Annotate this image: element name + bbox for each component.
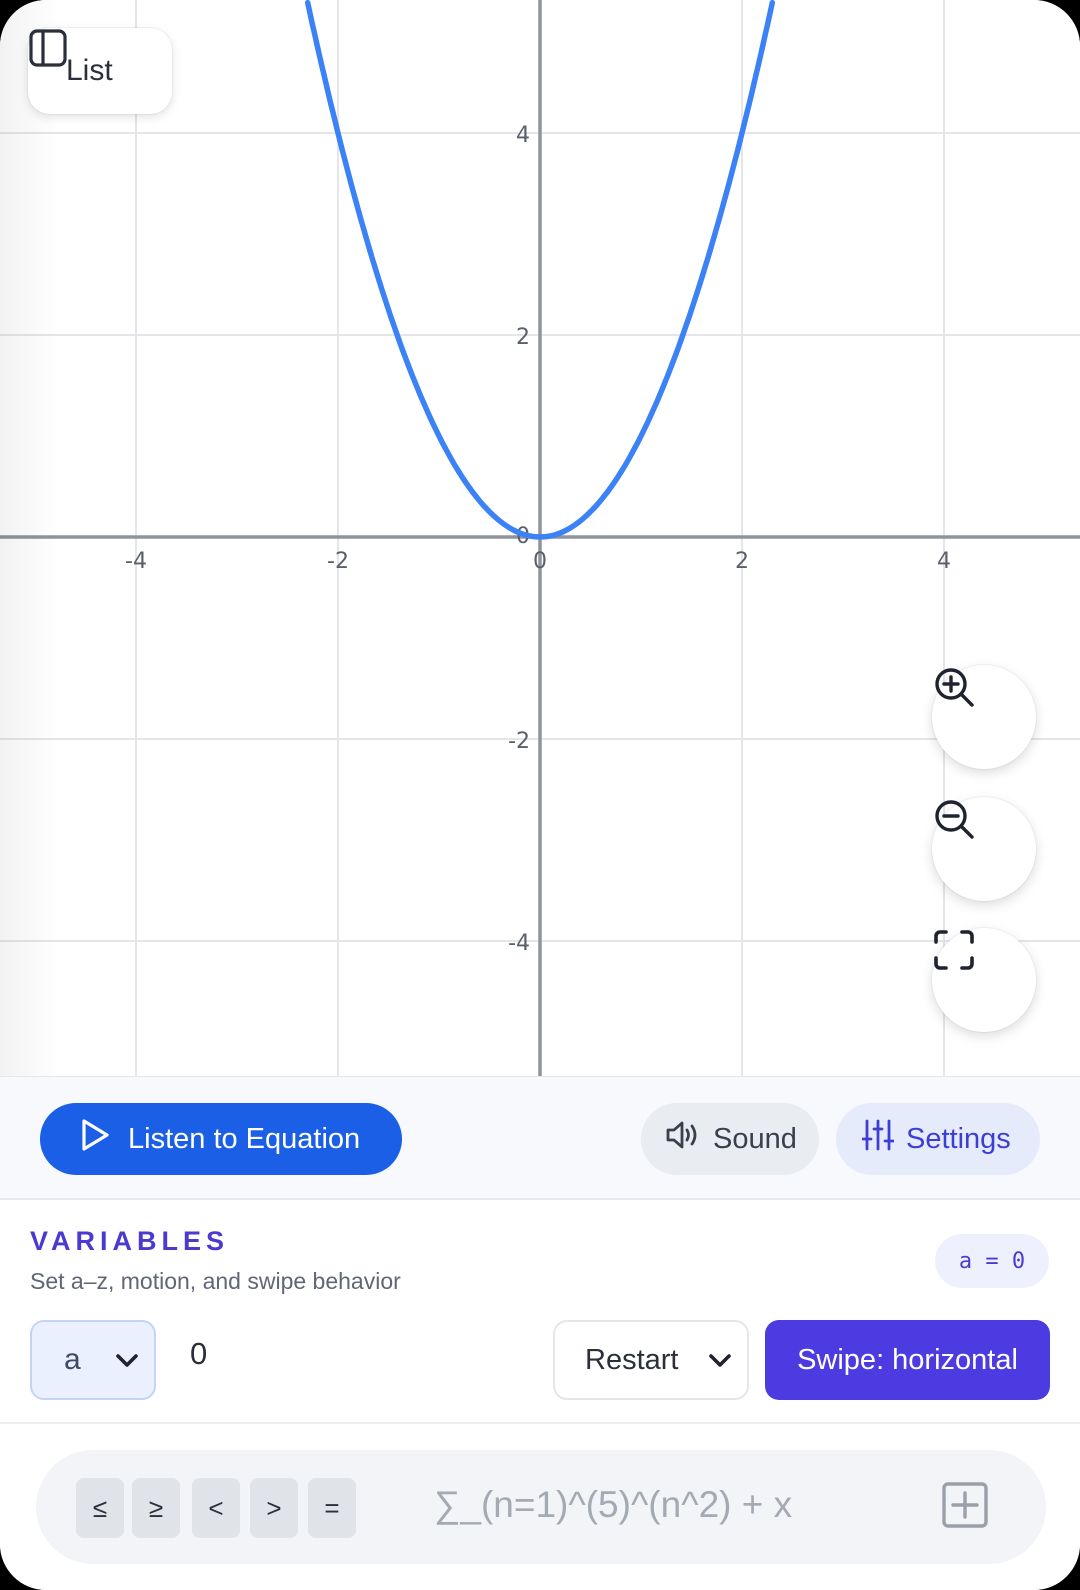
variable-select[interactable]: a — [30, 1320, 156, 1400]
play-icon — [80, 1118, 110, 1160]
zoom-in-button[interactable] — [932, 665, 1036, 769]
y-tick-label: -2 — [508, 729, 530, 754]
list-button-label: List — [66, 54, 113, 87]
x-tick-label: -2 — [327, 549, 349, 574]
y-tick-label: 2 — [516, 325, 530, 350]
y-tick-label: 4 — [516, 123, 530, 148]
chevron-down-icon — [115, 1343, 139, 1377]
operator-key-gt[interactable]: > — [250, 1478, 298, 1538]
listen-label: Listen to Equation — [128, 1122, 361, 1155]
variable-value-input[interactable]: 0 — [190, 1336, 207, 1372]
app-frame: -4 -2 0 2 4 4 2 -2 -4 0 List Listen to E… — [0, 0, 1080, 1590]
x-tick-label: -4 — [125, 549, 147, 574]
variables-title: VARIABLES — [30, 1226, 230, 1256]
settings-label: Settings — [906, 1122, 1011, 1155]
chevron-down-icon — [708, 1344, 732, 1377]
sound-button[interactable]: Sound — [641, 1103, 819, 1175]
list-button[interactable]: List — [28, 28, 172, 114]
equation-bar: ≤ ≥ < > = ∑_(n=1)^(5)^(n^2) + x — [36, 1450, 1046, 1564]
add-equation-button[interactable] — [940, 1481, 990, 1534]
operator-key-lt[interactable]: < — [192, 1478, 240, 1538]
zoom-out-button[interactable] — [932, 797, 1036, 901]
motion-mode-select[interactable]: Restart — [553, 1320, 749, 1400]
motion-mode-value: Restart — [585, 1343, 679, 1376]
settings-button[interactable]: Settings — [836, 1103, 1040, 1175]
x-tick-label: 2 — [735, 549, 749, 574]
audio-toolbar: Listen to Equation Sound Settings — [0, 1076, 1080, 1200]
sound-label: Sound — [713, 1122, 797, 1155]
x-tick-label: 0 — [533, 549, 547, 574]
operator-key-ge[interactable]: ≥ — [132, 1478, 180, 1538]
operator-key-eq[interactable]: = — [308, 1478, 356, 1538]
speaker-icon — [665, 1119, 701, 1159]
sliders-icon — [861, 1119, 895, 1159]
fullscreen-button[interactable] — [932, 928, 1036, 1032]
x-tick-label: 4 — [937, 549, 951, 574]
equation-input[interactable]: ∑_(n=1)^(5)^(n^2) + x — [434, 1484, 792, 1526]
listen-to-equation-button[interactable]: Listen to Equation — [40, 1103, 402, 1175]
variables-panel: VARIABLES Set a–z, motion, and swipe beh… — [0, 1200, 1080, 1422]
variable-value-badge: a = 0 — [935, 1234, 1049, 1288]
equation-input-area: ≤ ≥ < > = ∑_(n=1)^(5)^(n^2) + x — [0, 1422, 1080, 1590]
swipe-direction-button[interactable]: Swipe: horizontal — [765, 1320, 1050, 1400]
variable-select-value: a — [64, 1343, 81, 1376]
graph-canvas[interactable]: -4 -2 0 2 4 4 2 -2 -4 0 List — [0, 0, 1080, 1076]
plus-square-icon — [941, 1481, 989, 1534]
variables-subtitle: Set a–z, motion, and swipe behavior — [30, 1268, 401, 1294]
operator-key-le[interactable]: ≤ — [76, 1478, 124, 1538]
y-tick-label: -4 — [508, 931, 530, 956]
graph-svg[interactable]: -4 -2 0 2 442-2-40 — [0, 0, 1080, 1076]
